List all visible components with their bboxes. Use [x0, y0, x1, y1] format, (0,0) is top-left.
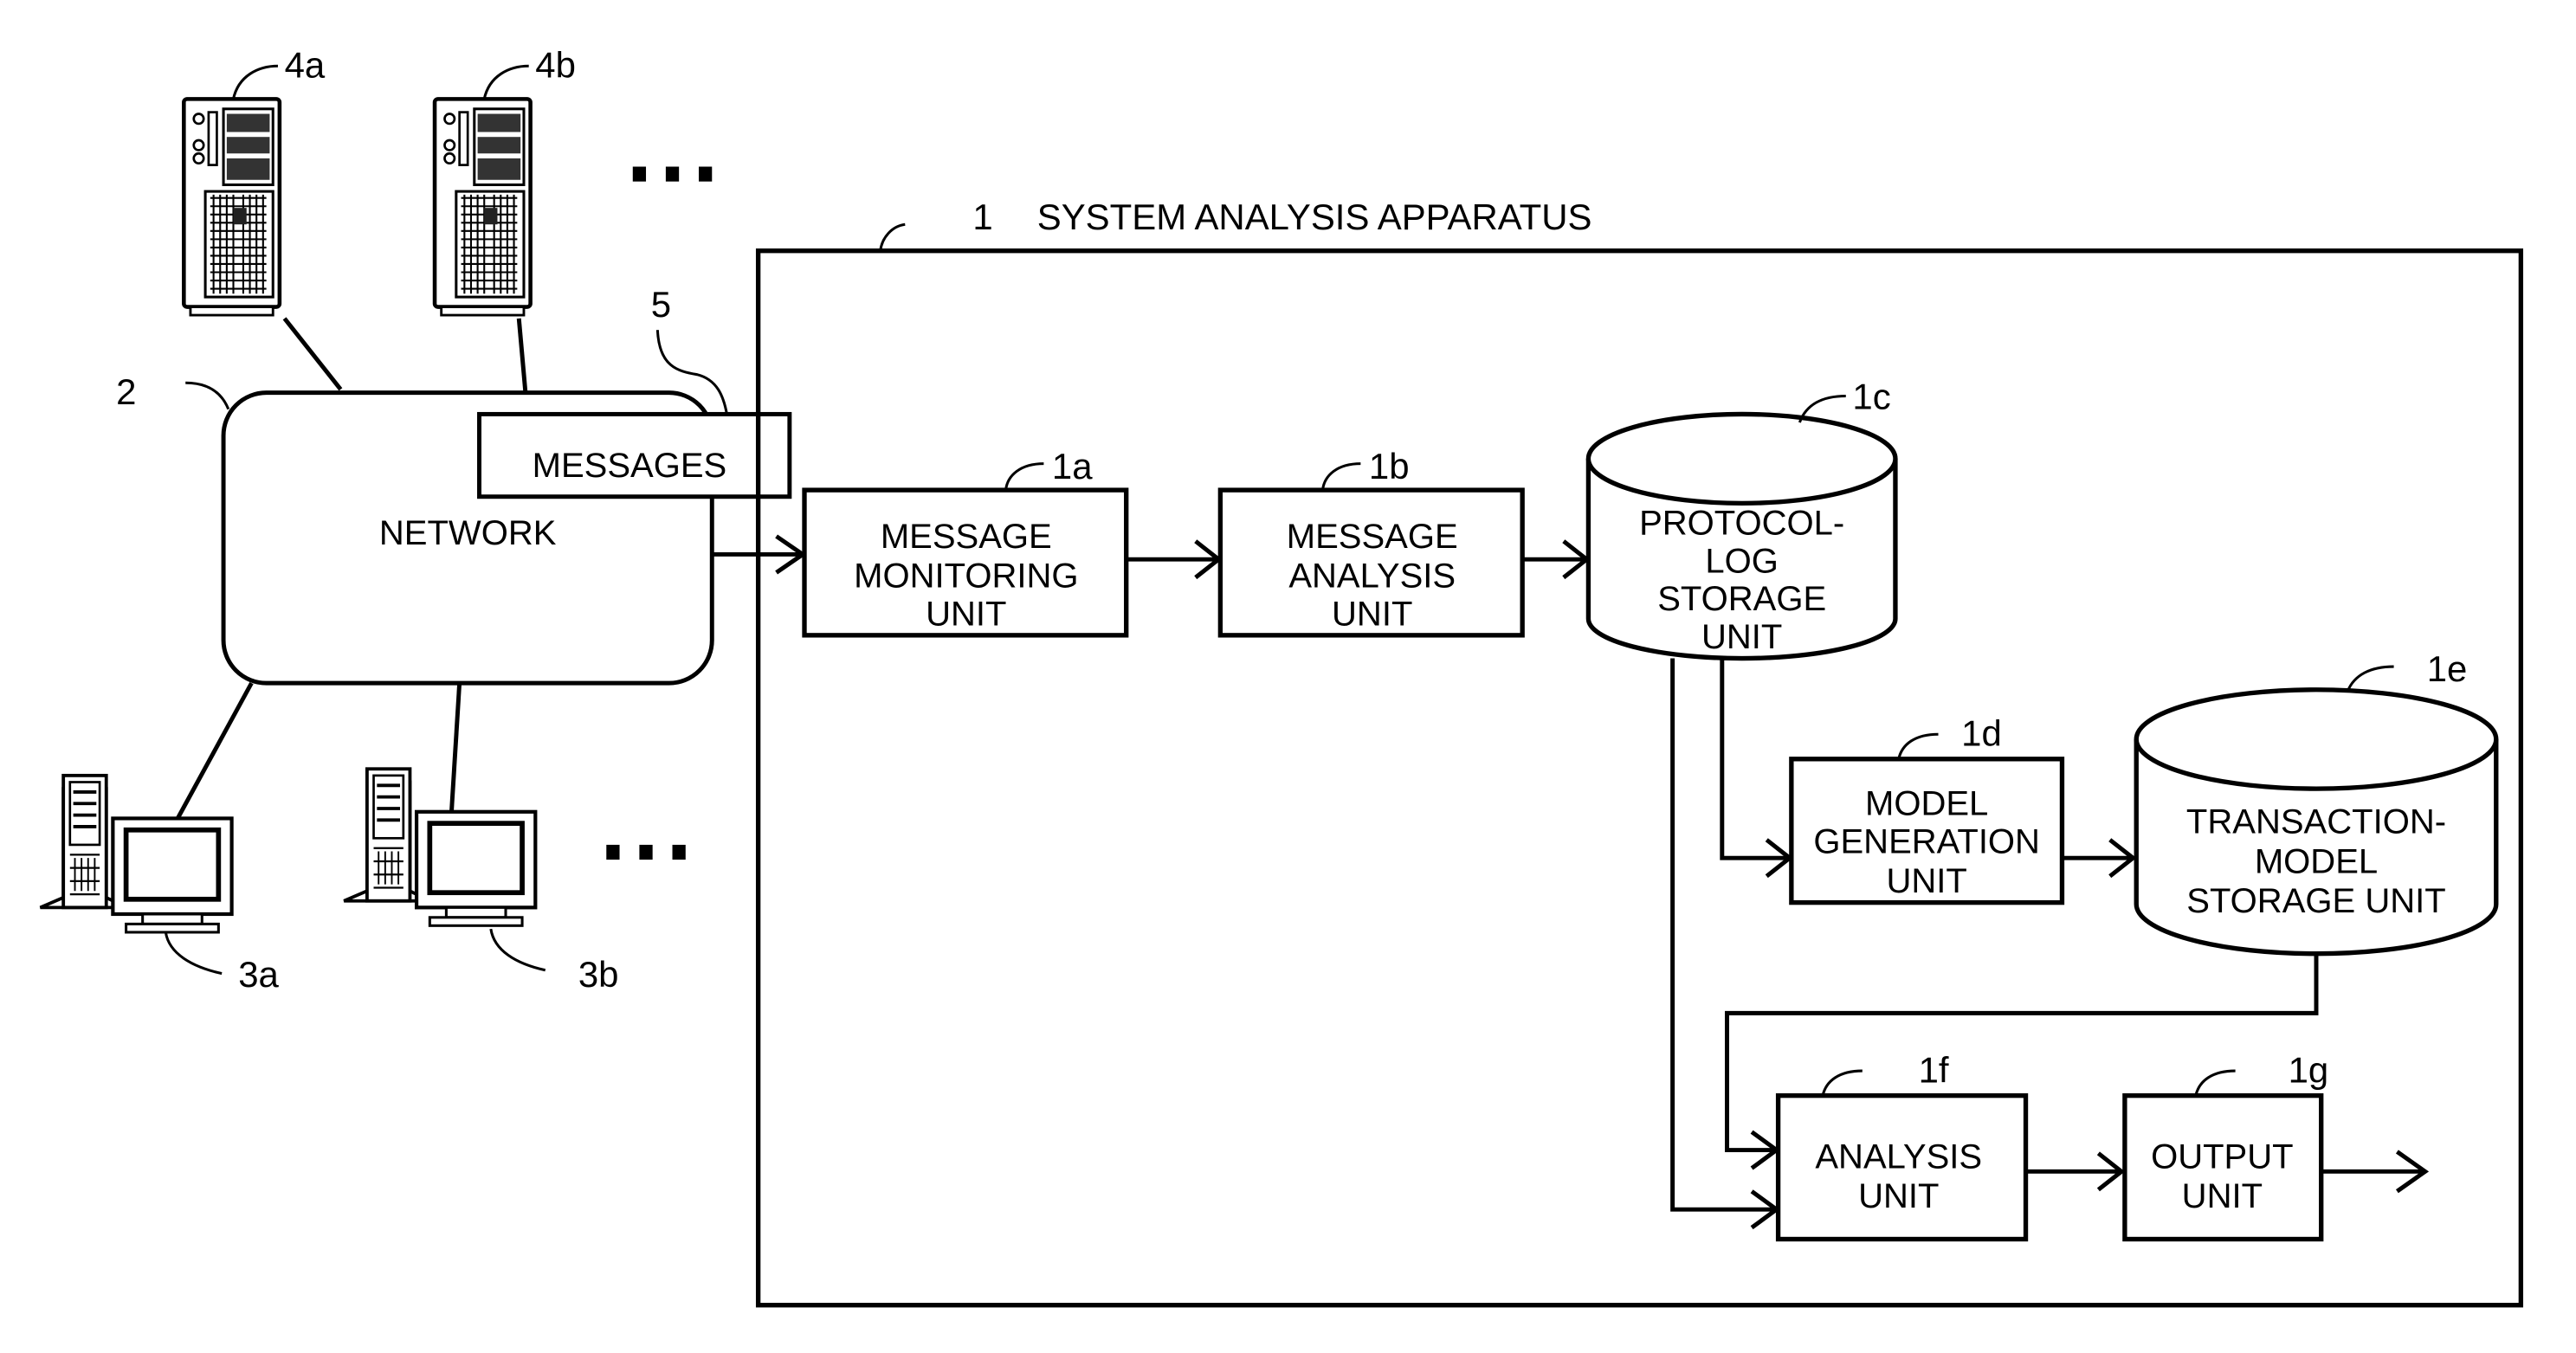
ref-3b: 3b	[578, 954, 619, 995]
msg-analysis-line-3: UNIT	[1332, 595, 1412, 633]
arrow-protocol-to-analysis	[1670, 658, 1780, 1230]
ref-1c: 1c	[1852, 377, 1890, 417]
ref-4b: 4b	[535, 45, 576, 86]
messages-label: MESSAGES	[533, 447, 727, 485]
msg-analysis-line-1: MESSAGE	[1287, 518, 1458, 556]
ref-3a: 3a	[238, 954, 279, 995]
link-network-3a	[170, 681, 254, 830]
message-monitoring-unit: MESSAGE MONITORING UNIT 1a	[802, 446, 1129, 638]
arrow-analysis-to-output	[2025, 1151, 2126, 1192]
transaction-line-3: STORAGE UNIT	[2186, 882, 2445, 920]
server-4a: 4a	[184, 45, 326, 315]
network-label: NETWORK	[379, 514, 557, 552]
protocol-line-1: PROTOCOL-	[1639, 505, 1844, 543]
ref-1a: 1a	[1052, 446, 1093, 486]
model-gen-line-3: UNIT	[1886, 862, 1966, 900]
monitoring-line-3: UNIT	[926, 595, 1006, 633]
analysis-unit: ANALYSIS UNIT 1f	[1775, 1049, 2029, 1242]
protocol-line-2: LOG	[1705, 542, 1779, 580]
arrow-monitoring-to-analysis	[1126, 539, 1223, 580]
ref-1d: 1d	[1961, 713, 2002, 754]
monitoring-line-2: MONITORING	[854, 557, 1078, 596]
arrow-protocol-to-model-gen	[1720, 658, 1793, 879]
ref-1g: 1g	[2289, 1049, 2329, 1090]
msg-analysis-line-2: ANALYSIS	[1288, 557, 1456, 596]
output-unit: OUTPUT UNIT 1g	[2122, 1049, 2329, 1242]
protocol-line-4: UNIT	[1701, 618, 1782, 656]
client-3b: 3b	[344, 769, 619, 995]
analysis-line-2: UNIT	[1858, 1177, 1939, 1215]
model-generation-unit: MODEL GENERATION UNIT 1d	[1789, 713, 2065, 905]
apparatus-title: SYSTEM ANALYSIS APPARATUS	[1037, 197, 1592, 237]
ref-1e: 1e	[2427, 648, 2468, 689]
ref-1f: 1f	[1919, 1049, 1949, 1090]
monitoring-line-1: MESSAGE	[881, 518, 1052, 556]
transaction-line-1: TRANSACTION-	[2186, 803, 2446, 841]
message-analysis-unit: MESSAGE ANALYSIS UNIT 1b	[1217, 446, 1525, 638]
arrow-output	[2321, 1150, 2430, 1194]
ref-5: 5	[651, 284, 671, 325]
ref-4a: 4a	[285, 45, 326, 86]
model-gen-line-2: GENERATION	[1813, 822, 2040, 860]
model-gen-line-1: MODEL	[1865, 785, 1988, 823]
ref-2: 2	[116, 371, 136, 412]
link-network-3b	[449, 682, 462, 817]
output-line-1: OUTPUT	[2151, 1138, 2294, 1176]
protocol-line-3: STORAGE	[1657, 580, 1826, 618]
client-3a: 3a	[40, 776, 280, 995]
server-4b: 4b	[435, 45, 576, 315]
transaction-model-storage-unit: TRANSACTION- MODEL STORAGE UNIT 1e	[2134, 648, 2499, 957]
protocol-log-storage-unit: PROTOCOL- LOG STORAGE UNIT 1c	[1585, 377, 1898, 661]
transaction-line-2: MODEL	[2255, 842, 2378, 880]
output-line-2: UNIT	[2182, 1177, 2263, 1215]
ellipsis-servers	[632, 166, 713, 182]
link-4b-network	[516, 318, 528, 393]
analysis-line-1: ANALYSIS	[1815, 1138, 1982, 1176]
ellipsis-clients	[606, 844, 686, 860]
ref-1: 1	[972, 197, 992, 237]
arrow-model-gen-to-transaction	[2062, 838, 2137, 879]
ref-1b: 1b	[1369, 446, 1410, 486]
link-4a-network	[282, 317, 343, 391]
system-diagram: 4a 4b NETWORK 2 MESSAGES 5 3a 3b 1 SYSTE…	[0, 45, 2524, 1308]
arrow-analysis-to-protocol-log	[1522, 539, 1591, 580]
